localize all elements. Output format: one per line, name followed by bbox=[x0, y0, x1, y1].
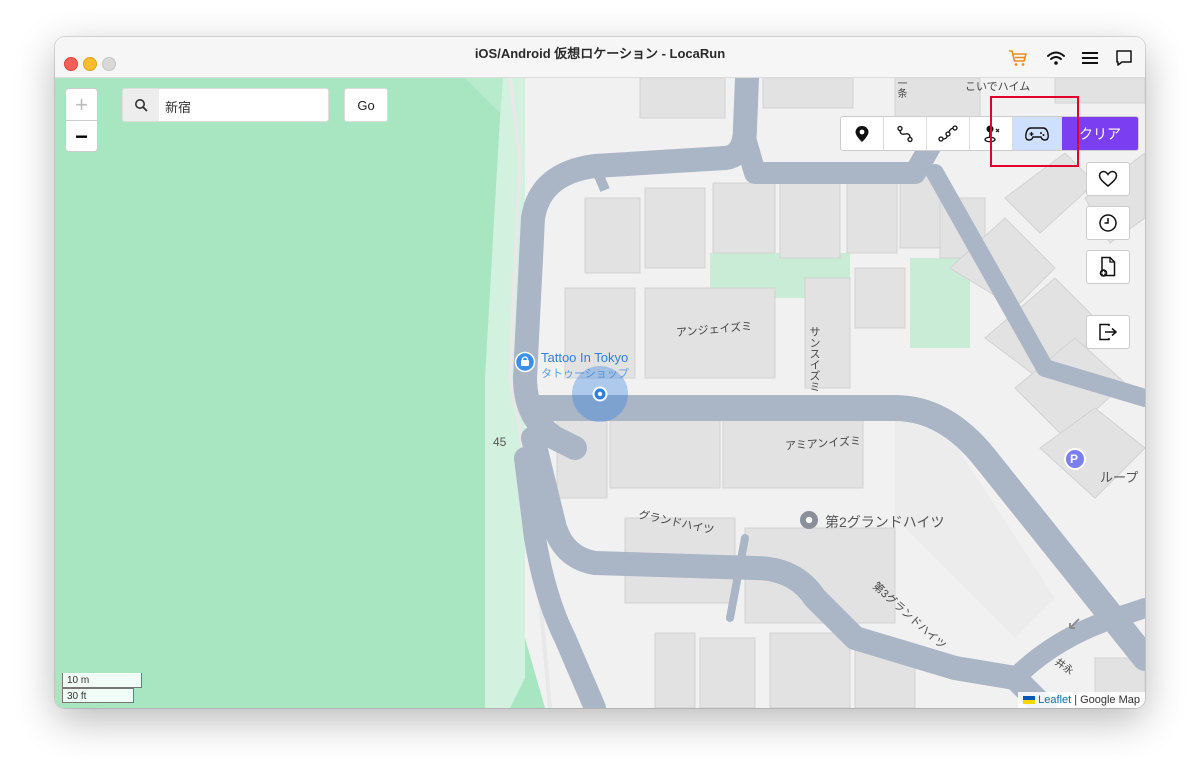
leaflet-link[interactable]: Leaflet bbox=[1038, 692, 1071, 708]
file-import-icon bbox=[1099, 256, 1116, 277]
wifi-icon[interactable] bbox=[1045, 47, 1067, 69]
shop-marker-icon[interactable] bbox=[514, 351, 536, 373]
zoom-in-button[interactable]: + bbox=[66, 89, 97, 120]
title-bar: iOS/Android 仮想ロケーション - LocaRun bbox=[55, 37, 1145, 78]
ukraine-flag-icon bbox=[1023, 696, 1036, 704]
search-bar bbox=[122, 88, 329, 123]
poi-name: Tattoo In Tokyo bbox=[541, 350, 629, 365]
window-title: iOS/Android 仮想ロケーション - LocaRun bbox=[474, 46, 726, 61]
chat-icon[interactable] bbox=[1113, 47, 1135, 69]
road-number-label: 45 bbox=[493, 435, 507, 449]
parking-label: P bbox=[1070, 452, 1079, 466]
history-button[interactable] bbox=[1086, 206, 1130, 240]
pin-icon bbox=[855, 125, 869, 142]
attribution-separator: | bbox=[1074, 694, 1078, 706]
joystick-mode-button[interactable] bbox=[1013, 117, 1062, 150]
scale-metric: 10 m bbox=[62, 673, 142, 688]
route-icon bbox=[897, 125, 913, 142]
clock-icon bbox=[1099, 214, 1117, 232]
gamepad-icon bbox=[1025, 126, 1049, 141]
clear-button[interactable]: クリア bbox=[1062, 117, 1138, 150]
place-marker-icon[interactable] bbox=[798, 509, 820, 531]
search-input[interactable] bbox=[163, 89, 327, 123]
zoom-out-button[interactable]: − bbox=[66, 120, 97, 152]
exit-button[interactable] bbox=[1086, 315, 1130, 349]
multi-spot-mode-button[interactable] bbox=[927, 117, 970, 150]
current-location-marker[interactable] bbox=[571, 365, 629, 423]
map-label-sans: サンスイズミ bbox=[808, 326, 820, 392]
map-view[interactable]: こいでハイム 一条 アンジェイズミ サンスイズミ アミアンイズミ グランドハイツ… bbox=[55, 78, 1145, 708]
map-label-koide: こいでハイム bbox=[965, 81, 1031, 93]
zoom-control: + − bbox=[65, 88, 98, 152]
joystick-pin-icon bbox=[984, 125, 1000, 142]
favorites-button[interactable] bbox=[1086, 162, 1130, 196]
two-spot-mode-button[interactable] bbox=[884, 117, 927, 150]
map-label-grand2: 第2グランドハイツ bbox=[825, 514, 945, 530]
scale-imperial: 30 ft bbox=[62, 688, 134, 703]
mode-toolbar: クリア bbox=[840, 116, 1139, 151]
go-button[interactable]: Go bbox=[344, 88, 388, 122]
map-label-kanji1: 一条 bbox=[895, 78, 906, 98]
import-file-button[interactable] bbox=[1086, 250, 1130, 284]
exit-icon bbox=[1099, 323, 1118, 341]
jump-mode-button[interactable] bbox=[970, 117, 1013, 150]
teleport-mode-button[interactable] bbox=[841, 117, 884, 150]
multi-route-icon bbox=[938, 124, 958, 142]
search-icon bbox=[123, 89, 159, 121]
menu-icon[interactable] bbox=[1079, 47, 1101, 69]
heart-icon bbox=[1098, 170, 1118, 187]
direction-arrow-icon bbox=[1069, 618, 1080, 629]
app-window: iOS/Android 仮想ロケーション - LocaRun こいでハイム 一条… bbox=[55, 37, 1145, 708]
map-provider: Google Map bbox=[1080, 694, 1140, 706]
map-scale: 10 m 30 ft bbox=[62, 673, 142, 703]
map-attribution: Leaflet | Google Map bbox=[1018, 692, 1145, 708]
map-label-loop: ループ bbox=[1100, 470, 1139, 485]
cart-icon[interactable] bbox=[1007, 47, 1029, 69]
